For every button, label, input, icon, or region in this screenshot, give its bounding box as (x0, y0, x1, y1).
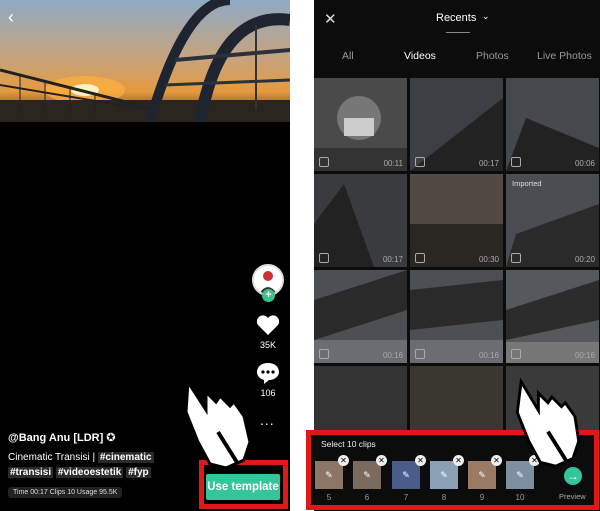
clip-number: 10 (515, 493, 525, 502)
description-text: Cinematic Transisi | (8, 452, 96, 463)
edit-icon[interactable]: ✎ (392, 461, 420, 489)
duration: 00:16 (382, 351, 403, 360)
clip-number: 5 (326, 493, 332, 502)
clip-number: 6 (364, 493, 370, 502)
media-thumbnail[interactable]: 00:17 (314, 174, 407, 267)
remove-clip-icon[interactable]: ✕ (376, 455, 387, 466)
clip-number: 8 (441, 493, 447, 502)
duration: 00:06 (574, 159, 595, 168)
clip-number: 9 (479, 493, 485, 502)
tab-live-photos[interactable]: Live Photos (537, 50, 592, 62)
template-stats: Time 00:17 Clips 10 Usage 95.5K (8, 487, 123, 498)
duration: 00:17 (382, 255, 403, 264)
comment-icon[interactable] (256, 362, 280, 384)
selected-clip[interactable]: ✎ (353, 461, 381, 489)
remove-clip-icon[interactable]: ✕ (491, 455, 502, 466)
edit-icon[interactable]: ✎ (353, 461, 381, 489)
album-selector[interactable]: Recents (436, 12, 476, 24)
select-clips-label: Select 10 clips (321, 439, 376, 449)
video-preview-image[interactable]: ‹ (0, 0, 290, 122)
select-icon[interactable] (319, 157, 329, 167)
header-underline (446, 32, 470, 33)
media-thumbnail[interactable]: 00:06 (506, 78, 599, 171)
edit-icon[interactable]: ✎ (315, 461, 343, 489)
select-icon[interactable] (319, 253, 329, 263)
edit-icon[interactable]: ✎ (430, 461, 458, 489)
duration: 00:17 (478, 159, 499, 168)
duration: 00:11 (383, 159, 403, 168)
selected-clip[interactable]: ✎ (430, 461, 458, 489)
select-icon[interactable] (511, 349, 521, 359)
media-thumbnail[interactable]: 00:17 (410, 78, 503, 171)
media-thumbnail[interactable]: 00:16 (506, 270, 599, 363)
chevron-down-icon[interactable]: ⌄ (482, 11, 490, 22)
selected-clip[interactable]: ✎ (468, 461, 496, 489)
edit-icon[interactable]: ✎ (468, 461, 496, 489)
duration: 00:16 (478, 351, 499, 360)
media-thumbnail[interactable]: 00:16 (314, 270, 407, 363)
media-type-tabs: All Videos Photos Live Photos (314, 44, 600, 72)
remove-clip-icon[interactable]: ✕ (338, 455, 349, 466)
preview-label[interactable]: Preview (559, 492, 586, 501)
more-icon[interactable]: ... (260, 412, 275, 428)
select-icon[interactable] (415, 349, 425, 359)
hashtag[interactable]: #fyp (126, 467, 151, 478)
media-thumbnail[interactable]: 00:30 (410, 174, 503, 267)
select-icon[interactable] (511, 157, 521, 167)
duration: 00:30 (478, 255, 499, 264)
selected-clip[interactable]: ✎ (392, 461, 420, 489)
remove-clip-icon[interactable]: ✕ (415, 455, 426, 466)
clip-number: 7 (403, 493, 409, 502)
close-icon[interactable]: ✕ (324, 10, 337, 28)
select-icon[interactable] (415, 157, 425, 167)
hashtag[interactable]: #videoestetik (55, 467, 124, 478)
select-icon[interactable] (511, 253, 521, 263)
back-arrow-icon[interactable]: ‹ (8, 8, 26, 26)
duration: 00:16 (574, 351, 595, 360)
heart-icon[interactable] (256, 314, 280, 336)
follow-plus-icon[interactable]: + (262, 289, 275, 302)
imported-badge: Imported (512, 179, 542, 188)
hashtag[interactable]: #cinematic (97, 452, 154, 463)
media-thumbnail[interactable]: 00:16 (410, 270, 503, 363)
selected-clip[interactable]: ✎ (315, 461, 343, 489)
use-template-button[interactable]: Use template (206, 474, 280, 500)
pointing-hand-icon (178, 372, 258, 477)
tab-photos[interactable]: Photos (476, 50, 509, 62)
tab-all[interactable]: All (342, 50, 354, 62)
select-icon[interactable] (319, 349, 329, 359)
media-thumbnail[interactable]: 00:11 (314, 78, 407, 171)
media-thumbnail[interactable]: Imported 00:20 (506, 174, 599, 267)
remove-clip-icon[interactable]: ✕ (453, 455, 464, 466)
select-icon[interactable] (415, 253, 425, 263)
pointing-hand-icon (508, 374, 588, 475)
duration: 00:20 (574, 255, 595, 264)
hashtag[interactable]: #transisi (8, 467, 54, 478)
like-count: 35K (259, 340, 276, 350)
tab-videos[interactable]: Videos (404, 50, 436, 62)
